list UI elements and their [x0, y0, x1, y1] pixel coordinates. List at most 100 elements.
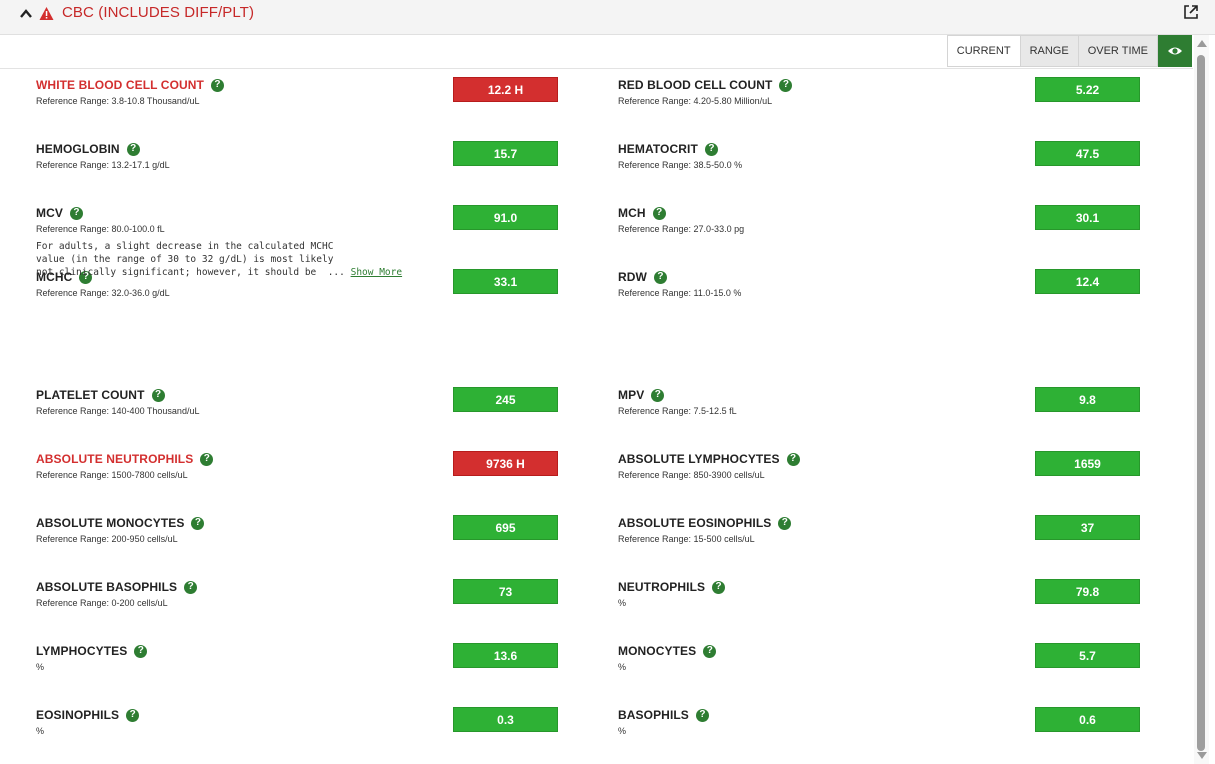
- help-icon[interactable]: ?: [126, 142, 140, 156]
- test-name-line: RDW?: [618, 270, 667, 284]
- tab-over-time[interactable]: OVER TIME: [1078, 35, 1158, 67]
- help-icon[interactable]: ?: [200, 452, 214, 466]
- vertical-scrollbar[interactable]: [1194, 35, 1209, 764]
- tab-range[interactable]: RANGE: [1020, 35, 1079, 67]
- external-link-icon[interactable]: [1183, 4, 1199, 20]
- help-icon[interactable]: ?: [778, 516, 792, 530]
- reference-range: %: [36, 662, 45, 672]
- result-item: BASOPHILS?% 0.6: [618, 698, 1158, 762]
- help-icon[interactable]: ?: [695, 708, 709, 722]
- test-name: MCV: [36, 206, 63, 220]
- reference-range: Reference Range: 15-500 cells/uL: [618, 534, 755, 544]
- panel-header[interactable]: CBC (INCLUDES DIFF/PLT): [0, 0, 1215, 35]
- result-item: RED BLOOD CELL COUNT? Reference Range: 4.…: [618, 68, 1158, 132]
- panel-title: CBC (INCLUDES DIFF/PLT): [62, 4, 255, 21]
- test-name: EOSINOPHILS: [36, 708, 120, 722]
- result-item: ABSOLUTE EOSINOPHILS? Reference Range: 15…: [618, 506, 1158, 570]
- result-value: 37: [1035, 515, 1140, 540]
- help-icon[interactable]: ?: [786, 452, 800, 466]
- result-item: MCH? Reference Range: 27.0-33.0 pg 30.1: [618, 196, 1158, 260]
- test-name-line: BASOPHILS?: [618, 708, 709, 722]
- result-item: NEUTROPHILS?% 79.8: [618, 570, 1158, 634]
- reference-range: Reference Range: 32.0-36.0 g/dL: [36, 288, 170, 298]
- test-name-line: MCV?: [36, 206, 83, 220]
- test-name-line: MCH?: [618, 206, 666, 220]
- scroll-down-arrow[interactable]: [1197, 752, 1207, 759]
- test-name-line: EOSINOPHILS?: [36, 708, 140, 722]
- result-row: ABSOLUTE NEUTROPHILS? Reference Range: 15…: [0, 442, 1193, 506]
- view-toggle-button[interactable]: [1158, 35, 1192, 67]
- reference-range: Reference Range: 850-3900 cells/uL: [618, 470, 765, 480]
- reference-range: Reference Range: 0-200 cells/uL: [36, 598, 168, 608]
- result-item: WHITE BLOOD CELL COUNT? Reference Range: …: [36, 68, 576, 132]
- result-item: PLATELET COUNT? Reference Range: 140-400 …: [36, 378, 576, 442]
- results-grid: WHITE BLOOD CELL COUNT? Reference Range: …: [0, 68, 1193, 762]
- help-icon[interactable]: ?: [134, 644, 148, 658]
- test-name: ABSOLUTE NEUTROPHILS: [36, 452, 194, 466]
- reference-range: Reference Range: 3.8-10.8 Thousand/uL: [36, 96, 200, 106]
- help-icon[interactable]: ?: [651, 388, 665, 402]
- result-item: RDW? Reference Range: 11.0-15.0 % 12.4: [618, 260, 1158, 378]
- result-value: 245: [453, 387, 558, 412]
- reference-range: Reference Range: 200-950 cells/uL: [36, 534, 178, 544]
- result-value: 33.1: [453, 269, 558, 294]
- result-value: 695: [453, 515, 558, 540]
- result-item: LYMPHOCYTES?% 13.6: [36, 634, 576, 698]
- test-name-line: ABSOLUTE BASOPHILS?: [36, 580, 198, 594]
- help-icon[interactable]: ?: [653, 270, 667, 284]
- result-row: WHITE BLOOD CELL COUNT? Reference Range: …: [0, 68, 1193, 132]
- test-name: MCH: [618, 206, 646, 220]
- test-name-line: WHITE BLOOD CELL COUNT?: [36, 78, 224, 92]
- help-icon[interactable]: ?: [779, 78, 793, 92]
- result-value: 9736 H: [453, 451, 558, 476]
- help-icon[interactable]: ?: [712, 580, 726, 594]
- test-name: ABSOLUTE LYMPHOCYTES: [618, 452, 780, 466]
- result-item: ABSOLUTE LYMPHOCYTES? Reference Range: 85…: [618, 442, 1158, 506]
- result-row: LYMPHOCYTES?% 13.6 MONOCYTES?% 5.7: [0, 634, 1193, 698]
- help-icon[interactable]: ?: [126, 708, 140, 722]
- test-name-line: ABSOLUTE EOSINOPHILS?: [618, 516, 792, 530]
- test-name: HEMOGLOBIN: [36, 142, 120, 156]
- test-name: LYMPHOCYTES: [36, 644, 128, 658]
- reference-range: %: [618, 598, 627, 608]
- result-row: HEMOGLOBIN? Reference Range: 13.2-17.1 g/…: [0, 132, 1193, 196]
- note-line: not clinically significant; however, it …: [36, 267, 345, 278]
- help-icon[interactable]: ?: [210, 78, 224, 92]
- result-value: 12.4: [1035, 269, 1140, 294]
- help-icon[interactable]: ?: [151, 388, 165, 402]
- test-name: RED BLOOD CELL COUNT: [618, 78, 773, 92]
- help-icon[interactable]: ?: [703, 644, 717, 658]
- chevron-up-icon[interactable]: [19, 8, 33, 20]
- tab-current[interactable]: CURRENT: [946, 35, 1021, 67]
- test-name: ABSOLUTE BASOPHILS: [36, 580, 178, 594]
- help-icon[interactable]: ?: [191, 516, 205, 530]
- test-name-line: MONOCYTES?: [618, 644, 717, 658]
- test-name: ABSOLUTE EOSINOPHILS: [618, 516, 772, 530]
- scroll-thumb[interactable]: [1197, 55, 1205, 751]
- test-name: HEMATOCRIT: [618, 142, 698, 156]
- help-icon[interactable]: ?: [184, 580, 198, 594]
- help-icon[interactable]: ?: [704, 142, 718, 156]
- test-name: PLATELET COUNT: [36, 388, 145, 402]
- help-icon[interactable]: ?: [69, 206, 83, 220]
- result-item: ABSOLUTE MONOCYTES? Reference Range: 200-…: [36, 506, 576, 570]
- reference-range: %: [618, 662, 627, 672]
- result-value: 13.6: [453, 643, 558, 668]
- show-more-link[interactable]: Show More: [351, 267, 402, 278]
- help-icon[interactable]: ?: [652, 206, 666, 220]
- result-value: 1659: [1035, 451, 1140, 476]
- result-row: PLATELET COUNT? Reference Range: 140-400 …: [0, 378, 1193, 442]
- result-item: MPV? Reference Range: 7.5-12.5 fL 9.8: [618, 378, 1158, 442]
- reference-range: Reference Range: 7.5-12.5 fL: [618, 406, 737, 416]
- result-value: 9.8: [1035, 387, 1140, 412]
- reference-range: Reference Range: 140-400 Thousand/uL: [36, 406, 200, 416]
- reference-range: Reference Range: 27.0-33.0 pg: [618, 224, 745, 234]
- test-name: WHITE BLOOD CELL COUNT: [36, 78, 204, 92]
- result-value: 5.22: [1035, 77, 1140, 102]
- view-toolbar: CURRENT RANGE OVER TIME: [946, 35, 1192, 68]
- reference-range: Reference Range: 11.0-15.0 %: [618, 288, 742, 298]
- test-name-line: PLATELET COUNT?: [36, 388, 165, 402]
- test-name-line: ABSOLUTE NEUTROPHILS?: [36, 452, 214, 466]
- test-name-line: LYMPHOCYTES?: [36, 644, 148, 658]
- scroll-up-arrow[interactable]: [1197, 40, 1207, 47]
